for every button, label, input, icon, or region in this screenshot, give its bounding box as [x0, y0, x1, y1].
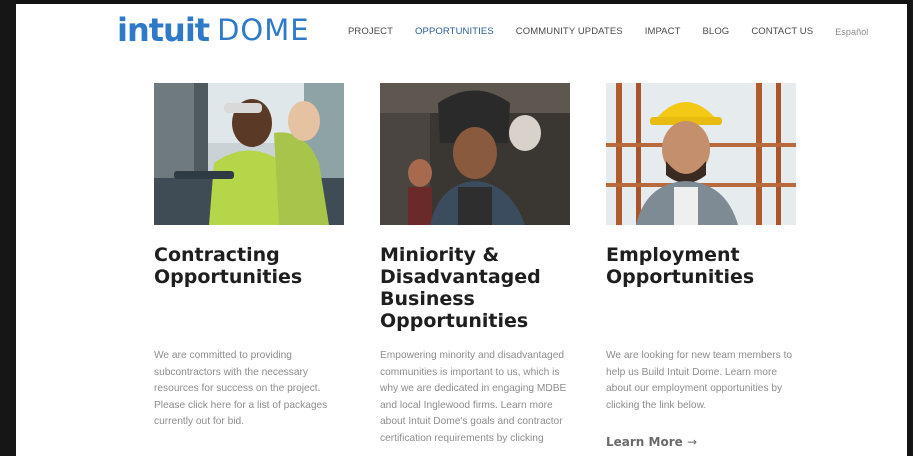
- card-description: We are committed to providing subcontrac…: [154, 350, 328, 427]
- logo-dome-text: DOME: [217, 13, 310, 47]
- logo-intuit-text: intuit: [117, 11, 210, 49]
- construction-worker-hardhat-photo: [606, 83, 796, 225]
- card-description: Empowering minority and disadvantaged co…: [380, 350, 567, 444]
- window-frame-left: [0, 0, 16, 456]
- card-title: Contracting Opportunities: [154, 244, 303, 288]
- nav-impact[interactable]: IMPACT: [645, 26, 681, 37]
- page: intuit DOME PROJECT OPPORTUNITIES COMMUN…: [16, 4, 907, 456]
- welder-woman-photo: [380, 83, 570, 225]
- nav-project[interactable]: PROJECT: [348, 26, 393, 37]
- arrow-right-icon: →: [686, 435, 698, 449]
- window-frame-right: [907, 0, 913, 456]
- intuit-dome-logo[interactable]: intuit DOME: [117, 10, 310, 50]
- learn-more-link[interactable]: Learn More →: [606, 435, 697, 449]
- learn-more-label: Learn More: [606, 435, 683, 449]
- language-toggle[interactable]: Español: [835, 27, 868, 37]
- nav-blog[interactable]: BLOG: [703, 26, 730, 37]
- card-title: Employment Opportunities: [606, 244, 755, 288]
- nav-community-updates[interactable]: COMMUNITY UPDATES: [516, 26, 623, 37]
- card-description: We are looking for new team members to h…: [606, 350, 793, 411]
- card-contracting: Contracting Opportunities We are committ…: [154, 83, 344, 427]
- card-employment: Employment Opportunities We are looking …: [606, 83, 796, 449]
- card-title: Miniority & Disadvantaged Business Oppor…: [380, 244, 541, 332]
- card-mdbe: Miniority & Disadvantaged Business Oppor…: [380, 83, 570, 444]
- nav-contact-us[interactable]: CONTACT US: [751, 26, 813, 37]
- worker-in-truck-photo: [154, 83, 344, 225]
- nav-opportunities[interactable]: OPPORTUNITIES: [415, 26, 494, 37]
- main-nav: PROJECT OPPORTUNITIES COMMUNITY UPDATES …: [348, 26, 868, 37]
